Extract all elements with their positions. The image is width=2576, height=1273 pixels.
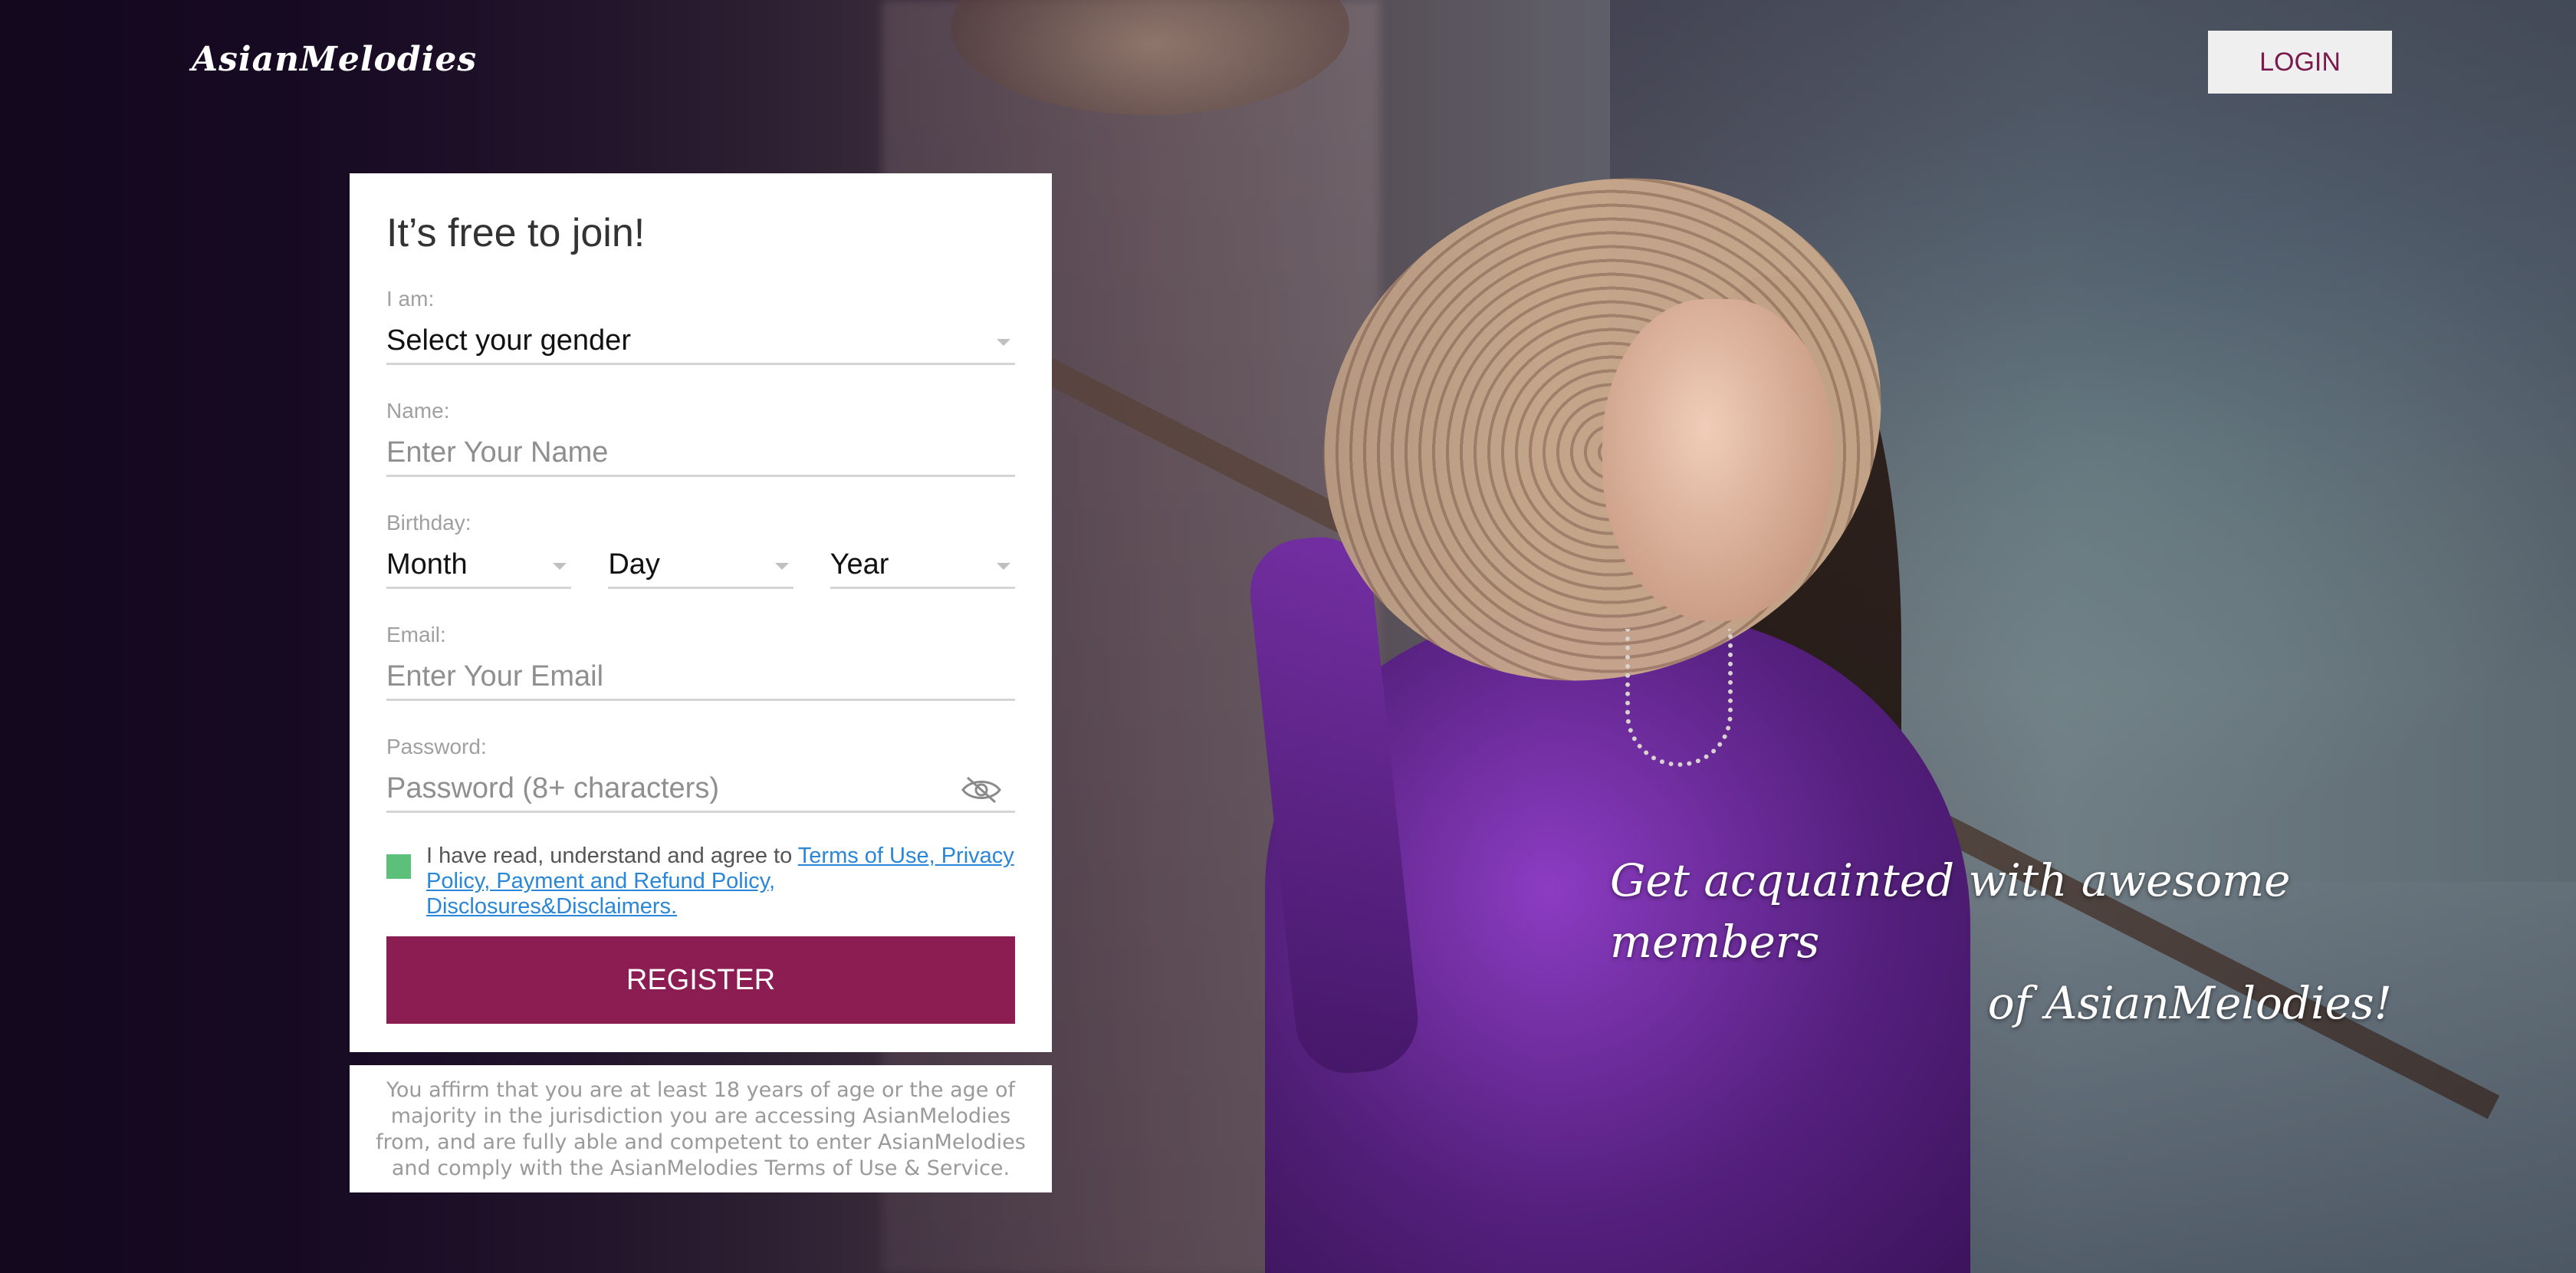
name-field: Name: Enter Your Name <box>386 399 1015 477</box>
tagline-line-1: Get acquainted with awesome members <box>1610 854 2291 968</box>
registration-form: It’s free to join! I am: Select your gen… <box>350 173 1052 1052</box>
site-logo[interactable]: AsianMelodies <box>192 40 477 79</box>
birth-year-select[interactable]: Year <box>830 543 1015 589</box>
password-input-placeholder: Password (8+ characters) <box>386 772 719 804</box>
caret-down-icon <box>997 339 1010 346</box>
email-label: Email: <box>386 623 446 646</box>
caret-down-icon <box>774 563 789 570</box>
name-input-placeholder: Enter Your Name <box>386 436 609 469</box>
caret-down-icon <box>553 563 567 570</box>
form-title: It’s free to join! <box>386 211 646 255</box>
age-disclaimer: You affirm that you are at least 18 year… <box>350 1065 1052 1192</box>
password-input[interactable]: Password (8+ characters) <box>386 767 1015 813</box>
birth-month-select[interactable]: Month <box>386 543 572 589</box>
gender-label: I am: <box>386 287 435 311</box>
birth-day-select[interactable]: Day <box>608 543 794 589</box>
email-input[interactable]: Enter Your Email <box>386 655 1015 701</box>
birthday-label: Birthday: <box>386 511 472 535</box>
caret-down-icon <box>996 563 1010 570</box>
password-label: Password: <box>386 735 487 758</box>
birthday-field: Birthday: Month Day Year <box>386 511 1015 589</box>
birth-year-value: Year <box>830 548 889 581</box>
gender-select[interactable]: Select your gender <box>386 319 1015 365</box>
password-field: Password: Password (8+ characters) <box>386 735 1015 813</box>
terms-prefix: I have read, understand and agree to <box>426 844 798 868</box>
terms-agreement: I have read, understand and agree to Ter… <box>386 839 1015 919</box>
name-input[interactable]: Enter Your Name <box>386 431 1015 477</box>
name-label: Name: <box>386 399 450 423</box>
birth-month-value: Month <box>386 548 468 581</box>
terms-checkbox[interactable] <box>386 854 411 879</box>
email-input-placeholder: Enter Your Email <box>386 660 604 692</box>
eye-slash-icon[interactable] <box>960 775 1003 805</box>
login-button[interactable]: LOGIN <box>2208 31 2392 94</box>
gender-select-value: Select your gender <box>386 324 631 357</box>
hero-tagline: Get acquainted with awesome members of A… <box>1610 850 2392 1034</box>
terms-text: I have read, understand and agree to Ter… <box>426 844 1015 919</box>
register-button[interactable]: REGISTER <box>386 936 1015 1024</box>
tagline-line-2: of AsianMelodies! <box>1987 977 2392 1029</box>
birth-day-value: Day <box>608 548 660 581</box>
gender-field: I am: Select your gender <box>386 287 1015 365</box>
email-field: Email: Enter Your Email <box>386 623 1015 701</box>
